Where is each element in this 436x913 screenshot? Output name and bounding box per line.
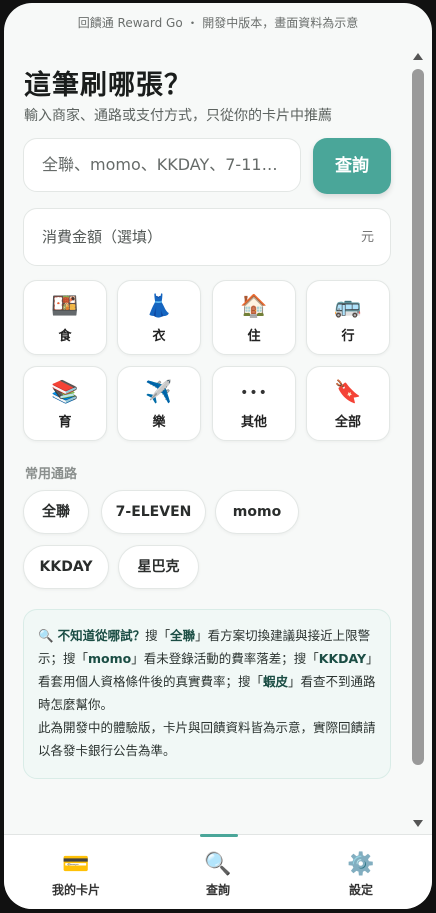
scroll-down-arrow-icon[interactable] — [413, 820, 423, 827]
scrollbar[interactable] — [412, 47, 426, 833]
tab-settings[interactable]: ⚙️ 設定 — [301, 835, 421, 909]
channel-chip-starbucks[interactable]: 星巴克 — [118, 545, 199, 589]
channel-chip-7eleven[interactable]: 7-ELEVEN — [101, 490, 206, 534]
page-subtitle: 輸入商家、通路或支付方式，只從你的卡片中推薦 — [24, 108, 332, 124]
channel-chip-pxmart[interactable]: 全聯 — [23, 490, 89, 534]
category-label: 育 — [58, 415, 72, 430]
magnifier-icon: 🔍 — [38, 628, 54, 643]
scroll-up-arrow-icon[interactable] — [413, 53, 423, 60]
tab-label: 查詢 — [205, 883, 230, 897]
tip-box: 🔍 不知道從哪試？搜「全聯」看方案切換建議與接近上限警示；搜「momo」看未登錄… — [23, 609, 391, 779]
tab-my-cards[interactable]: 💳 我的卡片 — [16, 835, 136, 909]
books-icon: 📚 — [51, 380, 79, 405]
category-other-button[interactable]: ••• 其他 — [212, 366, 296, 441]
category-label: 全部 — [334, 415, 361, 430]
channel-chip-kkday[interactable]: KKDAY — [23, 545, 109, 589]
bus-icon: 🚌 — [334, 294, 362, 319]
amount-unit: 元 — [360, 230, 374, 245]
tip-note: 此為開發中的體驗版，卡片與回饋資料皆為示意，實際回饋請以各發卡銀行公告為準。 — [38, 720, 376, 758]
tip-question: 不知道從哪試？ — [57, 628, 146, 643]
category-label: 住 — [247, 329, 261, 344]
category-clothing-button[interactable]: 👗 衣 — [117, 280, 201, 355]
tip-keyword: 全聯 — [170, 628, 196, 643]
search-input[interactable]: 全聯、momo、KKDAY、7-11… — [23, 138, 301, 192]
bookmark-tag-icon: 🔖 — [334, 380, 362, 405]
tip-keyword: momo — [88, 651, 132, 666]
app-screen: 回饋通 Reward Go ・ 開發中版本，畫面資料為示意 這筆刷哪張？ 輸入商… — [4, 3, 432, 909]
amount-placeholder: 消費金額（選填） — [42, 228, 163, 246]
gear-icon: ⚙️ — [347, 852, 375, 877]
active-tab-indicator — [200, 834, 238, 837]
amount-field[interactable]: 消費金額（選填） 元 — [23, 208, 391, 266]
tab-bar: 💳 我的卡片 🔍 查詢 ⚙️ 設定 — [4, 834, 432, 909]
bento-icon: 🍱 — [51, 294, 79, 319]
page-title: 這筆刷哪張？ — [24, 70, 192, 101]
search-icon: 🔍 — [204, 852, 232, 877]
search-button[interactable]: 查詢 — [313, 138, 391, 194]
house-icon: 🏠 — [240, 294, 268, 319]
dev-banner: 回饋通 Reward Go ・ 開發中版本，畫面資料為示意 — [77, 16, 359, 30]
channel-chip-momo[interactable]: momo — [215, 490, 299, 534]
category-label: 衣 — [152, 329, 166, 344]
category-label: 樂 — [152, 415, 166, 430]
tip-keyword: 蝦皮 — [263, 674, 289, 689]
category-entertainment-button[interactable]: ✈️ 樂 — [117, 366, 201, 441]
dress-icon: 👗 — [145, 294, 173, 319]
tip-text: 搜「 — [145, 628, 171, 643]
tab-label: 設定 — [348, 883, 373, 897]
category-label: 行 — [341, 329, 355, 344]
common-channels-label: 常用通路 — [25, 467, 78, 482]
tab-label: 我的卡片 — [51, 883, 100, 897]
category-transport-button[interactable]: 🚌 行 — [306, 280, 390, 355]
tip-text: 」看未登錄活動的費率落差；搜「 — [131, 651, 319, 666]
scroll-thumb[interactable] — [412, 69, 424, 765]
category-label: 其他 — [240, 415, 267, 430]
tip-keyword: KKDAY — [318, 651, 367, 666]
category-label: 食 — [58, 329, 72, 344]
category-all-button[interactable]: 🔖 全部 — [306, 366, 390, 441]
more-dots-icon: ••• — [240, 385, 268, 401]
credit-card-icon: 💳 — [62, 852, 90, 877]
category-food-button[interactable]: 🍱 食 — [23, 280, 107, 355]
airplane-icon: ✈️ — [145, 380, 173, 405]
category-housing-button[interactable]: 🏠 住 — [212, 280, 296, 355]
category-education-button[interactable]: 📚 育 — [23, 366, 107, 441]
tab-search[interactable]: 🔍 查詢 — [158, 835, 278, 909]
